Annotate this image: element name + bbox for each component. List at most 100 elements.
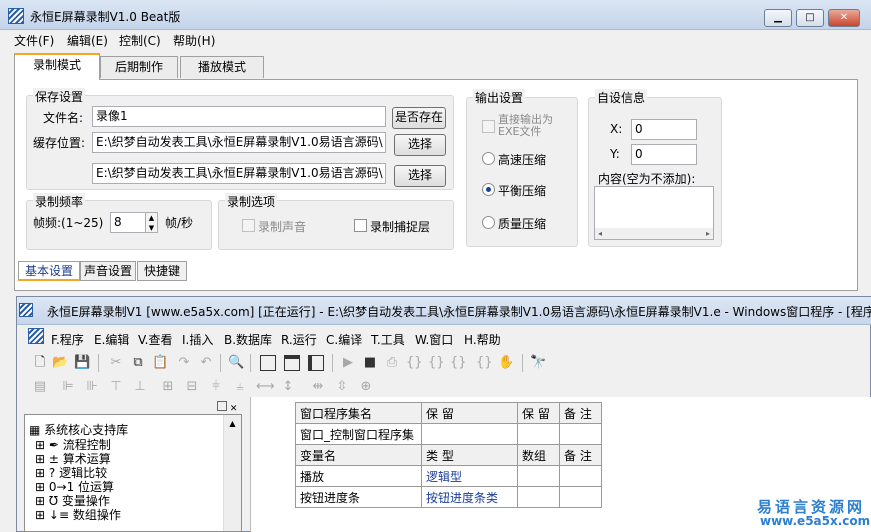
find-icon[interactable]: 🔍	[228, 355, 244, 371]
fps-input[interactable]: 8	[110, 212, 146, 233]
ide-menu-window[interactable]: W.窗口	[415, 331, 453, 348]
quality-compress-label: 质量压缩	[498, 217, 547, 231]
support-library-tree[interactable]: ▦ 系统核心支持库 ⊞ ✒ 流程控制 ⊞ ± 算术运算 ⊞ ? 逻辑比较 ⊞ 0…	[24, 414, 242, 532]
table-cell[interactable]	[559, 423, 602, 445]
ide-menu-compile[interactable]: C.编译	[326, 331, 362, 348]
width-fit-icon[interactable]: ⇹	[310, 379, 326, 395]
align-bottom-icon[interactable]: ⊥	[132, 379, 148, 395]
x-input[interactable]: 0	[631, 119, 697, 140]
ide-menu-program[interactable]: F.程序	[51, 331, 84, 348]
same-width-icon[interactable]: ⟷	[256, 379, 275, 395]
capture-layer-checkbox[interactable]	[354, 219, 367, 232]
hand-icon[interactable]: ✋	[498, 355, 514, 371]
ide-menu-tools[interactable]: T.工具	[371, 331, 405, 348]
align-right-icon[interactable]: ⊪	[84, 379, 100, 395]
breakpoint-icon[interactable]: {}	[476, 355, 493, 371]
browse-button-1[interactable]: 选择	[394, 134, 446, 156]
table-cell[interactable]: 窗口_控制窗口程序集	[295, 423, 422, 445]
cut-icon[interactable]: ✂	[108, 355, 124, 371]
subtab-sound[interactable]: 声音设置	[80, 261, 136, 281]
table-cell[interactable]	[517, 423, 560, 445]
array-icon: ↓≡	[48, 508, 69, 522]
run-icon[interactable]: ▶	[340, 355, 356, 371]
record-sound-checkbox[interactable]	[242, 219, 255, 232]
table-cell[interactable]: 播放	[295, 465, 422, 487]
menu-control[interactable]: 控制(C)	[119, 32, 161, 49]
y-input[interactable]: 0	[631, 144, 697, 165]
ide-menu-view[interactable]: V.查看	[138, 331, 172, 348]
tab-playback-mode[interactable]: 播放模式	[180, 56, 264, 78]
binoculars-icon[interactable]: 🔭	[530, 355, 546, 371]
paste-icon[interactable]: 📋	[152, 355, 168, 371]
center-horizontal-icon[interactable]: ⊞	[160, 379, 176, 395]
table-cell[interactable]	[559, 465, 602, 487]
fast-compress-radio[interactable]	[482, 152, 495, 165]
align-grid-icon[interactable]: ▤	[32, 379, 48, 395]
fps-label: 帧频:(1~25)	[33, 216, 104, 230]
save-icon[interactable]: 💾	[74, 355, 90, 371]
toolbar-separator	[522, 354, 523, 372]
maximize-button[interactable]: □	[796, 9, 824, 27]
ide-menu-edit[interactable]: E.编辑	[94, 331, 129, 348]
program-set-table[interactable]: 窗口程序集名 保 留 保 留 备 注 窗口_控制窗口程序集 变量名 类 型 数组…	[295, 402, 602, 508]
step-icon[interactable]: ⎙	[384, 355, 400, 371]
fps-spinner[interactable]: ▲ ▼	[145, 212, 158, 233]
minimize-button[interactable]: ▁	[764, 9, 792, 27]
direct-exe-checkbox[interactable]	[482, 120, 495, 133]
step-over-icon[interactable]: {}	[428, 355, 445, 371]
content-hscrollbar[interactable]: ◂ ▸	[595, 228, 713, 239]
space-horizontal-icon[interactable]: ⫩	[208, 379, 224, 395]
tab-record-mode[interactable]: 录制模式	[14, 53, 100, 80]
tab-post-production[interactable]: 后期制作	[100, 56, 178, 78]
copy-icon[interactable]: ⧉	[130, 355, 146, 371]
center-vertical-icon[interactable]: ⊟	[184, 379, 200, 395]
table-cell[interactable]: 按钮进度条	[295, 486, 422, 508]
browse-button-2[interactable]: 选择	[394, 165, 446, 187]
new-file-icon[interactable]: 🗋	[32, 355, 48, 371]
tree-scrollbar[interactable]: ▲	[223, 415, 241, 531]
redo-icon[interactable]: ↷	[176, 355, 192, 371]
align-left-icon[interactable]: ⊫	[60, 379, 76, 395]
undo-icon[interactable]: ↶	[198, 355, 214, 371]
ide-menu-help[interactable]: H.帮助	[464, 331, 501, 348]
menu-edit[interactable]: 编辑(E)	[67, 32, 108, 49]
grid-snap-icon[interactable]: ⊕	[358, 379, 374, 395]
space-vertical-icon[interactable]: ⫨	[232, 379, 248, 395]
open-folder-icon[interactable]: 📂	[52, 355, 68, 371]
tree-item-array[interactable]: ⊞ ↓≡ 数组操作	[35, 506, 121, 523]
cache-path-input-1[interactable]: E:\织梦自动发表工具\永恒E屏幕录制V1.0易语言源码\	[92, 132, 386, 153]
filename-input[interactable]: 录像1	[92, 106, 386, 127]
stop-icon[interactable]: ■	[362, 355, 378, 371]
layout-2-icon[interactable]	[284, 355, 300, 371]
menu-file[interactable]: 文件(F)	[14, 32, 54, 49]
table-cell[interactable]: 按钮进度条类	[421, 486, 518, 508]
table-cell[interactable]	[517, 486, 560, 508]
ide-menu-insert[interactable]: I.插入	[182, 331, 213, 348]
subtab-hotkeys[interactable]: 快捷键	[137, 261, 187, 281]
ide-menu-database[interactable]: B.数据库	[224, 331, 272, 348]
height-fit-icon[interactable]: ⇳	[334, 379, 350, 395]
table-row: 窗口程序集名 保 留 保 留 备 注	[295, 402, 602, 424]
menu-help[interactable]: 帮助(H)	[173, 32, 215, 49]
table-cell[interactable]	[517, 465, 560, 487]
step-into-icon[interactable]: {}	[406, 355, 423, 371]
direct-exe-label: 直接输出为EXE文件	[498, 113, 553, 138]
ide-menu-run[interactable]: R.运行	[281, 331, 317, 348]
table-cell[interactable]: 逻辑型	[421, 465, 518, 487]
table-cell[interactable]	[421, 423, 518, 445]
same-height-icon[interactable]: ↕	[280, 379, 296, 395]
layout-1-icon[interactable]	[260, 355, 276, 371]
align-top-icon[interactable]: ⊤	[108, 379, 124, 395]
cache-path-input-2[interactable]: E:\织梦自动发表工具\永恒E屏幕录制V1.0易语言源码\	[92, 163, 386, 184]
close-button[interactable]: ✕	[828, 9, 860, 27]
balanced-compress-radio[interactable]	[482, 183, 495, 196]
table-cell[interactable]	[559, 486, 602, 508]
tree-panel-controls[interactable]: ✕	[217, 401, 241, 414]
quality-compress-radio[interactable]	[482, 216, 495, 229]
subtab-basic[interactable]: 基本设置	[18, 261, 80, 281]
layout-3-icon[interactable]	[308, 355, 324, 371]
table-header-cell: 类 型	[421, 444, 518, 466]
check-exists-button[interactable]: 是否存在	[392, 107, 446, 129]
custom-info-label: 自设信息	[595, 89, 648, 106]
step-out-icon[interactable]: {}	[450, 355, 467, 371]
